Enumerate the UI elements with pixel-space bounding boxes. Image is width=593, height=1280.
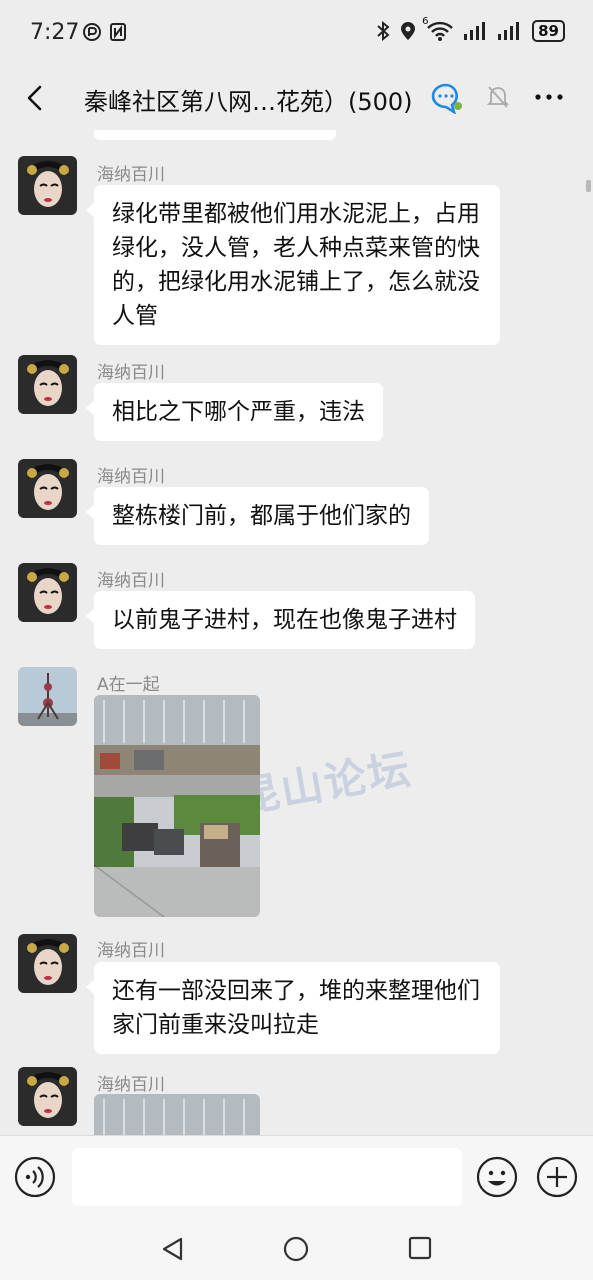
nav-back-icon[interactable] xyxy=(160,1236,186,1262)
status-bar: 7:27 6 89 xyxy=(0,0,593,66)
avatar[interactable] xyxy=(18,156,77,215)
avatar[interactable] xyxy=(18,667,77,726)
status-right: 6 89 xyxy=(376,16,565,42)
message-bubble[interactable]: 绿化带里都被他们用水泥泥上，占用绿化，没人管，老人种点菜来管的快的，把绿化用水泥… xyxy=(86,185,500,345)
status-notification-icons xyxy=(82,22,128,42)
bluetooth-icon xyxy=(377,21,390,41)
previous-message-bubble xyxy=(94,130,336,140)
avatar[interactable] xyxy=(18,355,77,414)
sender-name: 海纳百川 xyxy=(97,363,165,383)
scrollbar-thumb[interactable] xyxy=(586,180,591,192)
nfc-icon xyxy=(110,23,126,41)
photo-message[interactable] xyxy=(94,1094,260,1135)
avatar[interactable] xyxy=(18,1067,77,1126)
back-icon[interactable] xyxy=(18,80,54,116)
battery-indicator: 89 xyxy=(532,20,565,42)
message-bubble[interactable]: 整栋楼门前，都属于他们家的 xyxy=(86,487,429,545)
emoji-icon[interactable] xyxy=(476,1156,518,1198)
location-icon xyxy=(401,22,416,40)
system-nav-bar xyxy=(0,1220,593,1280)
signal-icon-2 xyxy=(498,22,520,40)
wifi-icon: 6 xyxy=(422,16,454,42)
avatar[interactable] xyxy=(18,459,77,518)
message-input[interactable] xyxy=(72,1148,462,1206)
signal-icon-1 xyxy=(464,22,486,40)
mute-bell-icon xyxy=(486,86,510,108)
message-text: 相比之下哪个严重，违法 xyxy=(112,399,365,425)
chat-bubble-icon[interactable] xyxy=(430,82,464,114)
message-bubble[interactable]: 相比之下哪个严重，违法 xyxy=(86,383,383,441)
message-bubble[interactable]: 以前鬼子进村，现在也像鬼子进村 xyxy=(86,591,475,649)
message-text: 以前鬼子进村，现在也像鬼子进村 xyxy=(112,607,457,633)
network-type: 6 xyxy=(422,16,429,27)
avatar[interactable] xyxy=(18,563,77,622)
nav-recent-icon[interactable] xyxy=(408,1236,432,1260)
input-bar xyxy=(0,1135,593,1220)
avatar[interactable] xyxy=(18,934,77,993)
message-bubble[interactable]: 还有一部没回来了，堆的来整理他们家门前重来没叫拉走 xyxy=(86,962,500,1054)
chat-header: 秦峰社区第八网…花苑）(500) xyxy=(0,66,593,130)
sender-name: 海纳百川 xyxy=(97,1075,165,1095)
message-text: 整栋楼门前，都属于他们家的 xyxy=(112,503,411,529)
message-text: 绿化带里都被他们用水泥泥上，占用绿化，没人管，老人种点菜来管的快的，把绿化用水泥… xyxy=(112,201,480,329)
voice-icon[interactable] xyxy=(14,1156,56,1198)
chat-title[interactable]: 秦峰社区第八网…花苑）(500) xyxy=(84,82,413,117)
nav-home-icon[interactable] xyxy=(283,1236,309,1262)
sender-name: 海纳百川 xyxy=(97,571,165,591)
more-icon[interactable] xyxy=(534,84,564,110)
sender-name: A在一起 xyxy=(97,675,160,695)
plus-icon[interactable] xyxy=(536,1156,578,1198)
sender-name: 海纳百川 xyxy=(97,941,165,961)
status-time: 7:27 xyxy=(30,20,80,45)
message-list[interactable]: 海纳百川 绿化带里都被他们用水泥泥上，占用绿化，没人管，老人种点菜来管的快的，把… xyxy=(0,130,593,1135)
vpn-icon xyxy=(83,23,101,41)
sender-name: 海纳百川 xyxy=(97,165,165,185)
photo-message[interactable] xyxy=(94,695,260,917)
sender-name: 海纳百川 xyxy=(97,467,165,487)
message-text: 还有一部没回来了，堆的来整理他们家门前重来没叫拉走 xyxy=(112,978,480,1038)
